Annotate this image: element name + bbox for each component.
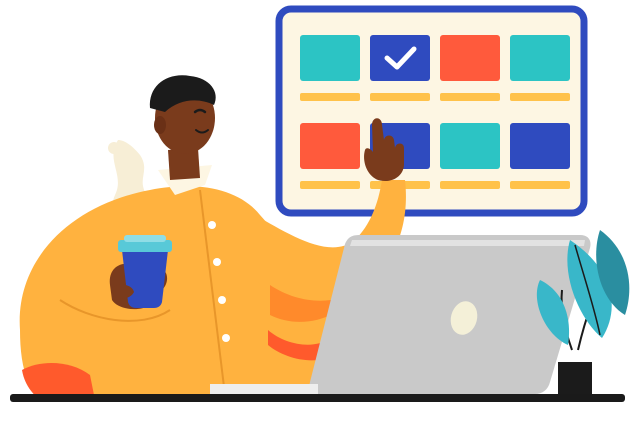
calendar-cell [440,35,500,81]
calendar-bar [510,181,570,189]
shirt-button [213,258,221,266]
calendar-cell [300,123,360,169]
shirt-button [208,221,216,229]
calendar-bar [440,181,500,189]
calendar-bar [300,181,360,189]
calendar-cell [370,35,430,81]
steam-puff [108,142,120,154]
cup-lid-top [124,235,166,242]
calendar-cell [440,123,500,169]
cup-body [122,250,168,308]
illustration-canvas [10,5,630,402]
calendar-board-icon [275,5,588,217]
shirt-button [218,296,226,304]
laptop-edge [350,240,585,246]
shirt-button [222,334,230,342]
ear [154,116,166,134]
desk-surface [10,394,625,402]
calendar-bar [300,93,360,101]
illustration-scene [0,0,635,436]
laptop-base [210,384,318,394]
plant-pot [558,362,592,396]
calendar-bar [440,93,500,101]
calendar-bar [510,93,570,101]
calendar-cell [510,35,570,81]
calendar-cell [300,35,360,81]
calendar-cell [510,123,570,169]
calendar-bar [370,93,430,101]
